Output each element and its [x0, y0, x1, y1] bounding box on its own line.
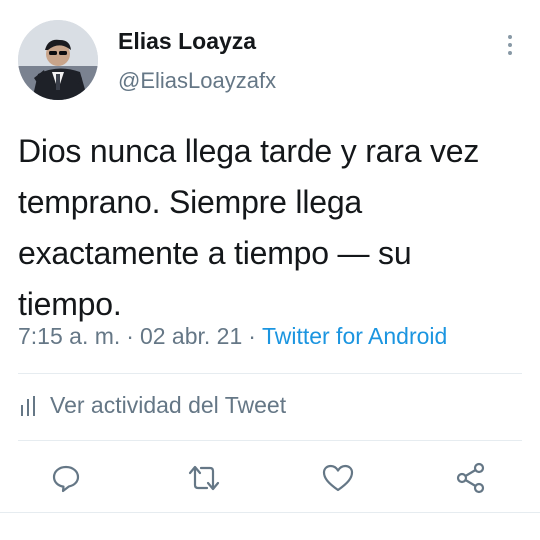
heart-icon: [322, 464, 354, 492]
retweet-icon: [188, 465, 220, 491]
tweet-meta: 7:15 a. m. · 02 abr. 21 · Twitter for Androi…: [18, 323, 447, 350]
like-button[interactable]: [320, 460, 356, 496]
reply-icon: [52, 465, 80, 493]
tweet-time[interactable]: 7:15 a. m.: [18, 323, 120, 349]
tweet-source-link[interactable]: Twitter for Android: [262, 323, 447, 349]
bar-chart-icon: [21, 395, 35, 416]
reply-button[interactable]: [48, 460, 84, 496]
tweet-card: Elias Loayza @EliasLoayzafx Dios nunca l…: [0, 0, 540, 540]
divider: [0, 512, 540, 513]
tweet-actions: [0, 460, 540, 496]
divider: [18, 373, 522, 374]
view-activity-button[interactable]: Ver actividad del Tweet: [20, 392, 286, 419]
user-name[interactable]: Elias Loayza: [118, 28, 256, 55]
more-vertical-icon[interactable]: [500, 30, 520, 60]
retweet-button[interactable]: [186, 460, 222, 496]
view-activity-label: Ver actividad del Tweet: [50, 392, 287, 418]
meta-separator: ·: [248, 323, 256, 349]
avatar[interactable]: [18, 20, 98, 100]
share-button[interactable]: [453, 460, 489, 496]
share-icon: [456, 462, 485, 494]
tweet-date[interactable]: 02 abr. 21: [140, 323, 242, 349]
tweet-text: Dios nunca llega tarde y rara vez tempra…: [18, 133, 480, 322]
divider: [18, 440, 522, 441]
avatar-image: [18, 20, 98, 100]
user-handle[interactable]: @EliasLoayzafx: [118, 68, 276, 94]
meta-separator: ·: [126, 323, 134, 349]
